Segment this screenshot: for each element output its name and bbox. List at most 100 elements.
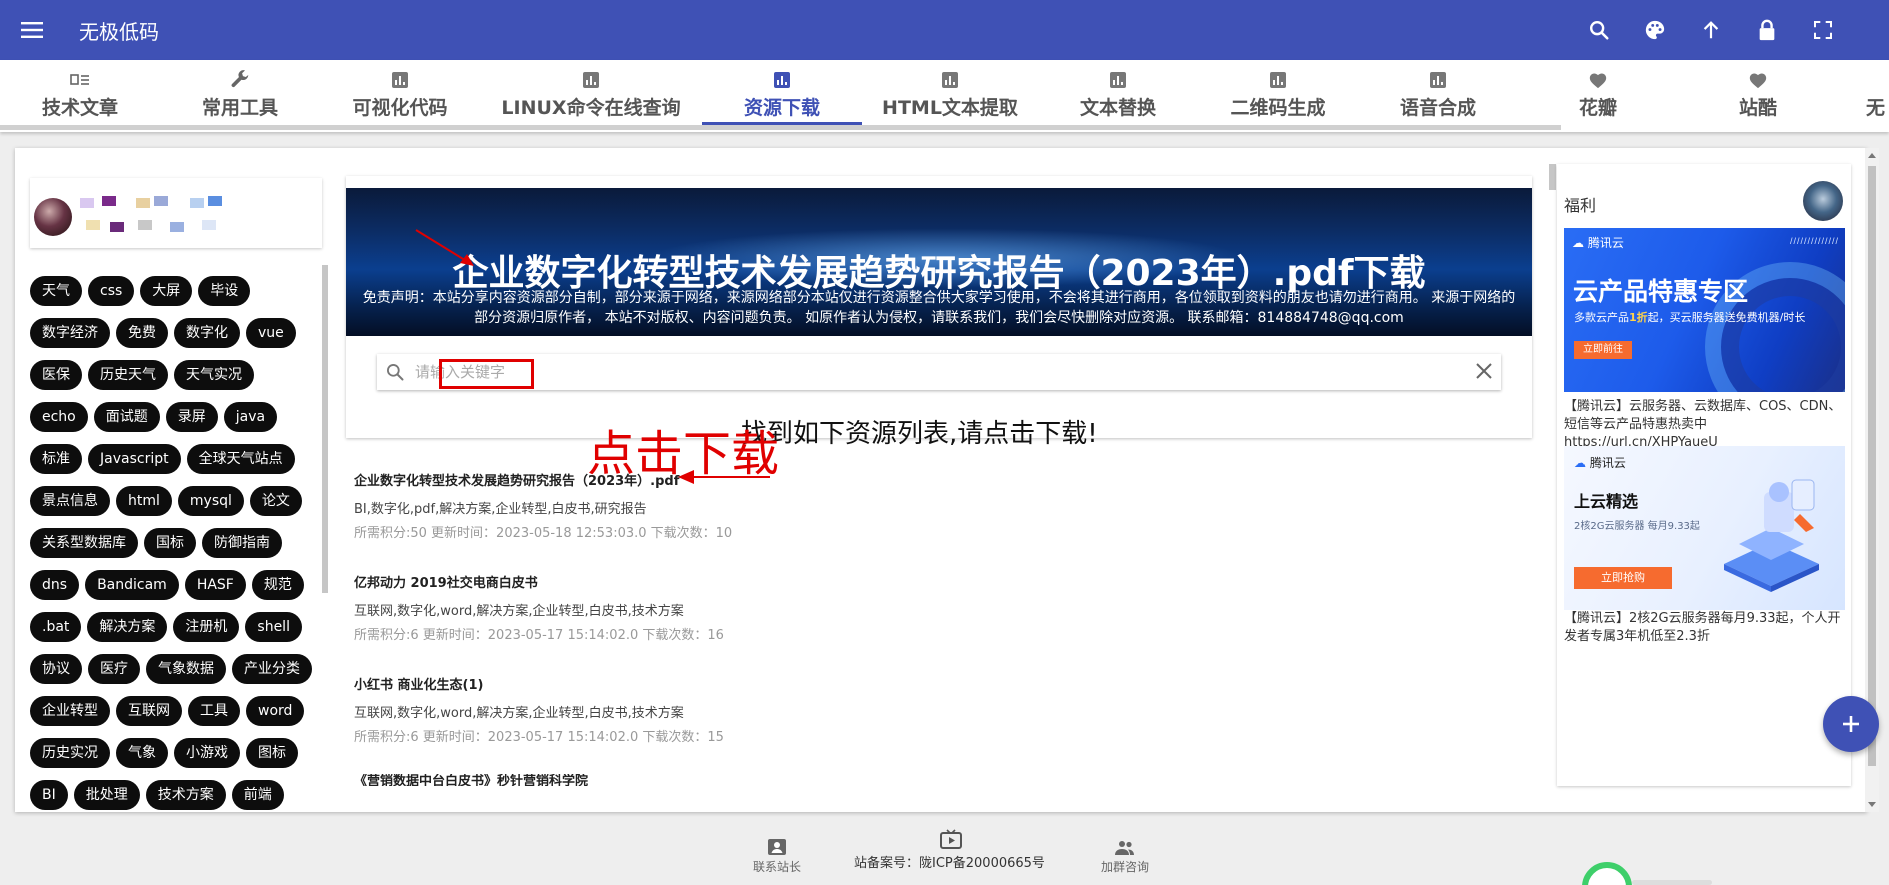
tag-chip[interactable]: 产业分类 — [232, 654, 312, 684]
scroll-up-arrow-icon[interactable] — [1868, 153, 1876, 158]
tag-chip[interactable]: 规范 — [251, 570, 304, 600]
list-item[interactable]: 亿邦动力 2019社交电商白皮书 互联网,数字化,word,解决方案,企业转型,… — [354, 572, 1254, 643]
tag-chip[interactable]: echo — [30, 402, 88, 432]
ad-description[interactable]: 【腾讯云】云服务器、云数据库、COS、CDN、短信等云产品特惠热卖中 https… — [1564, 398, 1845, 452]
fullscreen-icon[interactable] — [1803, 10, 1843, 50]
ad-description[interactable]: 【腾讯云】2核2G云服务器每月9.33起，个人开发者专属3年机低至2.3折 — [1564, 610, 1845, 646]
floating-widget[interactable] — [1582, 862, 1632, 885]
tag-chip[interactable]: 批处理 — [73, 780, 140, 810]
contact-owner-link[interactable]: 联系站长 — [753, 838, 801, 875]
tag-chip[interactable]: 互联网 — [116, 696, 182, 726]
tag-chip[interactable]: 解决方案 — [87, 612, 168, 642]
tencent-cloud-ad-banner[interactable]: ☁ 腾讯云 上云精选 2核2G云服务器 每月9.33起 立即抢购 — [1564, 446, 1845, 610]
tag-chip[interactable]: 工具 — [188, 696, 240, 726]
tab-text-replace[interactable]: 文本替换 — [1038, 60, 1198, 124]
tag-chip[interactable]: 前端 — [231, 780, 284, 810]
tag-chip[interactable]: 数字经济 — [30, 318, 110, 348]
list-item-clipped[interactable]: 《营销数据中台白皮书》秒针营销科学院 — [354, 774, 1254, 786]
tencent-cloud-ad-banner[interactable]: ☁ 腾讯云 ////////////// 云产品特惠专区 多款云产品1折起，买云… — [1564, 228, 1845, 392]
result-title[interactable]: 亿邦动力 2019社交电商白皮书 — [354, 572, 1254, 591]
tab-zcool[interactable]: 站酷 — [1678, 60, 1838, 124]
tag-chip[interactable]: 技术方案 — [145, 780, 226, 810]
tag-chip[interactable]: html — [116, 486, 172, 516]
blurred-name — [80, 198, 94, 208]
tag-chip[interactable]: 历史实况 — [30, 738, 110, 768]
tab-linux-commands[interactable]: LINUX命令在线查询 — [480, 60, 702, 124]
tag-chip[interactable]: 注册机 — [173, 612, 240, 642]
tag-chip[interactable]: 企业转型 — [30, 696, 110, 726]
tag-chip[interactable]: vue — [246, 318, 296, 348]
icp-record[interactable]: 站备案号：陇ICP备20000665号 — [854, 852, 1045, 871]
list-item[interactable]: 企业数字化转型技术发展趋势研究报告（2023年）.pdf BI,数字化,pdf,… — [354, 470, 1254, 541]
tag-chip[interactable]: 数字化 — [174, 318, 240, 348]
tab-html-extract[interactable]: HTML文本提取 — [862, 60, 1038, 124]
tag-chip[interactable]: dns — [30, 570, 80, 600]
ad-go-button[interactable]: 立即前往 — [1574, 341, 1632, 359]
tag-chip[interactable]: 图标 — [246, 738, 298, 768]
tag-chip[interactable]: Javascript — [88, 444, 181, 474]
tag-chip[interactable]: 大屏 — [140, 276, 193, 306]
tab-resource-download[interactable]: 资源下载 — [702, 60, 862, 124]
result-title[interactable]: 小红书 商业化生态(1) — [354, 674, 1254, 693]
tab-qrcode[interactable]: 二维码生成 — [1198, 60, 1358, 124]
tag-chip[interactable]: 标准 — [30, 444, 82, 474]
tag-chip[interactable]: BI — [30, 780, 68, 810]
tag-chip[interactable]: mysql — [177, 486, 244, 516]
avatar[interactable] — [34, 198, 72, 236]
tag-chip[interactable]: Bandicam — [85, 570, 179, 600]
tag-chip[interactable]: 防御指南 — [202, 528, 282, 558]
tag-chip[interactable]: 景点信息 — [30, 486, 110, 516]
tab-huaban[interactable]: 花瓣 — [1518, 60, 1678, 124]
ad-buy-button[interactable]: 立即抢购 — [1574, 567, 1672, 589]
tag-chip[interactable]: shell — [245, 612, 302, 642]
ad-headline: 上云精选 — [1574, 492, 1639, 511]
tag-chip[interactable]: 国标 — [144, 528, 196, 558]
tag-chip[interactable]: 协议 — [30, 654, 82, 684]
tag-chip[interactable]: 医疗 — [88, 654, 140, 684]
tag-chip[interactable]: 面试题 — [93, 402, 160, 432]
tab-speech[interactable]: 语音合成 — [1358, 60, 1518, 124]
add-fab-button[interactable] — [1823, 696, 1879, 752]
tab-tech-articles[interactable]: 技术文章 — [0, 60, 160, 124]
tag-chip[interactable]: 免费 — [116, 318, 168, 348]
tag-chip[interactable]: 气象 — [116, 738, 168, 768]
result-title[interactable]: 《营销数据中台白皮书》秒针营销科学院 — [354, 774, 1254, 786]
tag-chip[interactable]: .bat — [30, 612, 82, 642]
tag-chip[interactable]: 历史天气 — [88, 360, 168, 390]
tag-chip[interactable]: 天气实况 — [174, 360, 254, 390]
resource-scrollbar[interactable] — [1549, 164, 1556, 190]
search-icon[interactable] — [1579, 10, 1619, 50]
tag-chip[interactable]: 全球天气站点 — [186, 444, 295, 474]
tag-scrollbar[interactable] — [322, 265, 328, 593]
lock-icon[interactable] — [1747, 10, 1787, 50]
tag-chip[interactable]: 论文 — [249, 486, 302, 516]
tag-chip[interactable]: word — [246, 696, 305, 726]
scrollbar-thumb[interactable] — [1868, 166, 1876, 766]
tag-chip[interactable]: 天气 — [30, 276, 82, 306]
avatar[interactable] — [1803, 181, 1843, 221]
tag-chip[interactable]: 录屏 — [165, 402, 218, 432]
join-group-link[interactable]: 加群咨询 — [1101, 840, 1149, 875]
tab-partial[interactable]: 无 — [1866, 60, 1889, 124]
tag-chip[interactable]: 毕设 — [198, 276, 251, 306]
list-item[interactable]: 小红书 商业化生态(1) 互联网,数字化,word,解决方案,企业转型,白皮书,… — [354, 674, 1254, 745]
result-title[interactable]: 企业数字化转型技术发展趋势研究报告（2023年）.pdf — [354, 470, 1254, 489]
tag-chip[interactable]: 医保 — [30, 360, 82, 390]
tag-chip[interactable]: java — [223, 402, 278, 432]
clear-icon[interactable] — [1475, 362, 1493, 385]
search-input[interactable] — [415, 360, 1455, 384]
tag-chip[interactable]: HASF — [184, 570, 246, 600]
tag-chip[interactable]: 关系型数据库 — [30, 528, 138, 558]
scroll-down-arrow-icon[interactable] — [1868, 802, 1876, 807]
arrow-up-icon[interactable] — [1691, 10, 1731, 50]
welfare-sidebar: 福利 ☁ 腾讯云 ////////////// 云产品特惠专区 多款云产品1折起… — [1557, 164, 1851, 786]
tab-common-tools[interactable]: 常用工具 — [160, 60, 320, 124]
tag-chip[interactable]: 气象数据 — [146, 654, 226, 684]
palette-icon[interactable] — [1635, 10, 1675, 50]
tag-chip[interactable]: css — [88, 276, 135, 306]
tab-visual-code[interactable]: 可视化代码 — [320, 60, 480, 124]
tag-chip[interactable]: 小游戏 — [174, 738, 240, 768]
menu-icon[interactable] — [12, 10, 52, 50]
contact-card-icon — [768, 839, 786, 855]
user-profile-card[interactable] — [30, 178, 322, 248]
